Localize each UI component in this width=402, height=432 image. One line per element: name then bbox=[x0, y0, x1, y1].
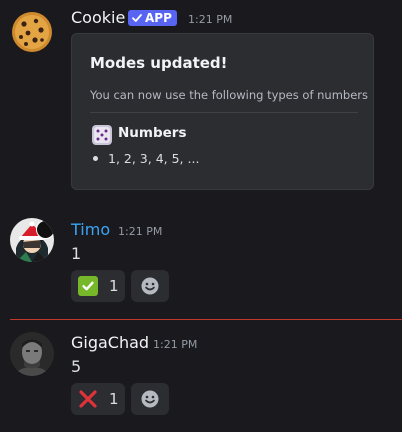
reaction-count: 1 bbox=[109, 277, 119, 295]
embed-description: You can now use the following types of n… bbox=[90, 88, 369, 102]
embed: Modes updated! You can now use the follo… bbox=[71, 33, 374, 190]
reaction-count: 1 bbox=[109, 390, 119, 408]
embed-field-name: Numbers bbox=[118, 125, 187, 141]
bullet bbox=[93, 156, 98, 161]
timestamp: 1:21 PM bbox=[188, 13, 233, 26]
embed-field-value: 1, 2, 3, 4, 5, ... bbox=[108, 151, 200, 166]
add-reaction-button[interactable] bbox=[131, 270, 169, 302]
timestamp: 1:21 PM bbox=[153, 338, 198, 351]
skill-issue-sticker bbox=[36, 220, 54, 239]
timestamp: 1:21 PM bbox=[118, 225, 163, 238]
smiley-icon bbox=[141, 390, 159, 408]
timo-avatar[interactable] bbox=[10, 218, 54, 262]
message-content: 5 bbox=[71, 357, 82, 376]
app-badge-label: APP bbox=[145, 11, 172, 25]
cross-mark-icon bbox=[78, 389, 98, 409]
gigachad-avatar[interactable] bbox=[10, 332, 54, 376]
embed-divider bbox=[90, 112, 358, 113]
check-mark-button-icon bbox=[78, 276, 98, 296]
reaction-cross[interactable]: 1 bbox=[71, 383, 125, 415]
author-name[interactable]: GigaChad bbox=[71, 333, 149, 352]
smiley-icon bbox=[141, 277, 159, 295]
author-name[interactable]: Cookie bbox=[71, 8, 125, 27]
chat-view: Cookie APP 1:21 PM Modes updated! You ca… bbox=[0, 0, 402, 432]
app-badge: APP bbox=[128, 10, 177, 26]
cookie-icon bbox=[12, 12, 52, 52]
message-content: 1 bbox=[71, 244, 82, 263]
embed-title: Modes updated! bbox=[90, 54, 228, 72]
dice-icon bbox=[92, 125, 112, 145]
portrait-avatar-icon bbox=[10, 332, 54, 376]
cookie-avatar[interactable] bbox=[10, 10, 54, 54]
new-messages-divider bbox=[10, 319, 402, 320]
checkmark-icon bbox=[132, 14, 142, 22]
author-name[interactable]: Timo bbox=[71, 220, 110, 239]
reaction-check[interactable]: 1 bbox=[71, 270, 125, 302]
add-reaction-button[interactable] bbox=[131, 383, 169, 415]
